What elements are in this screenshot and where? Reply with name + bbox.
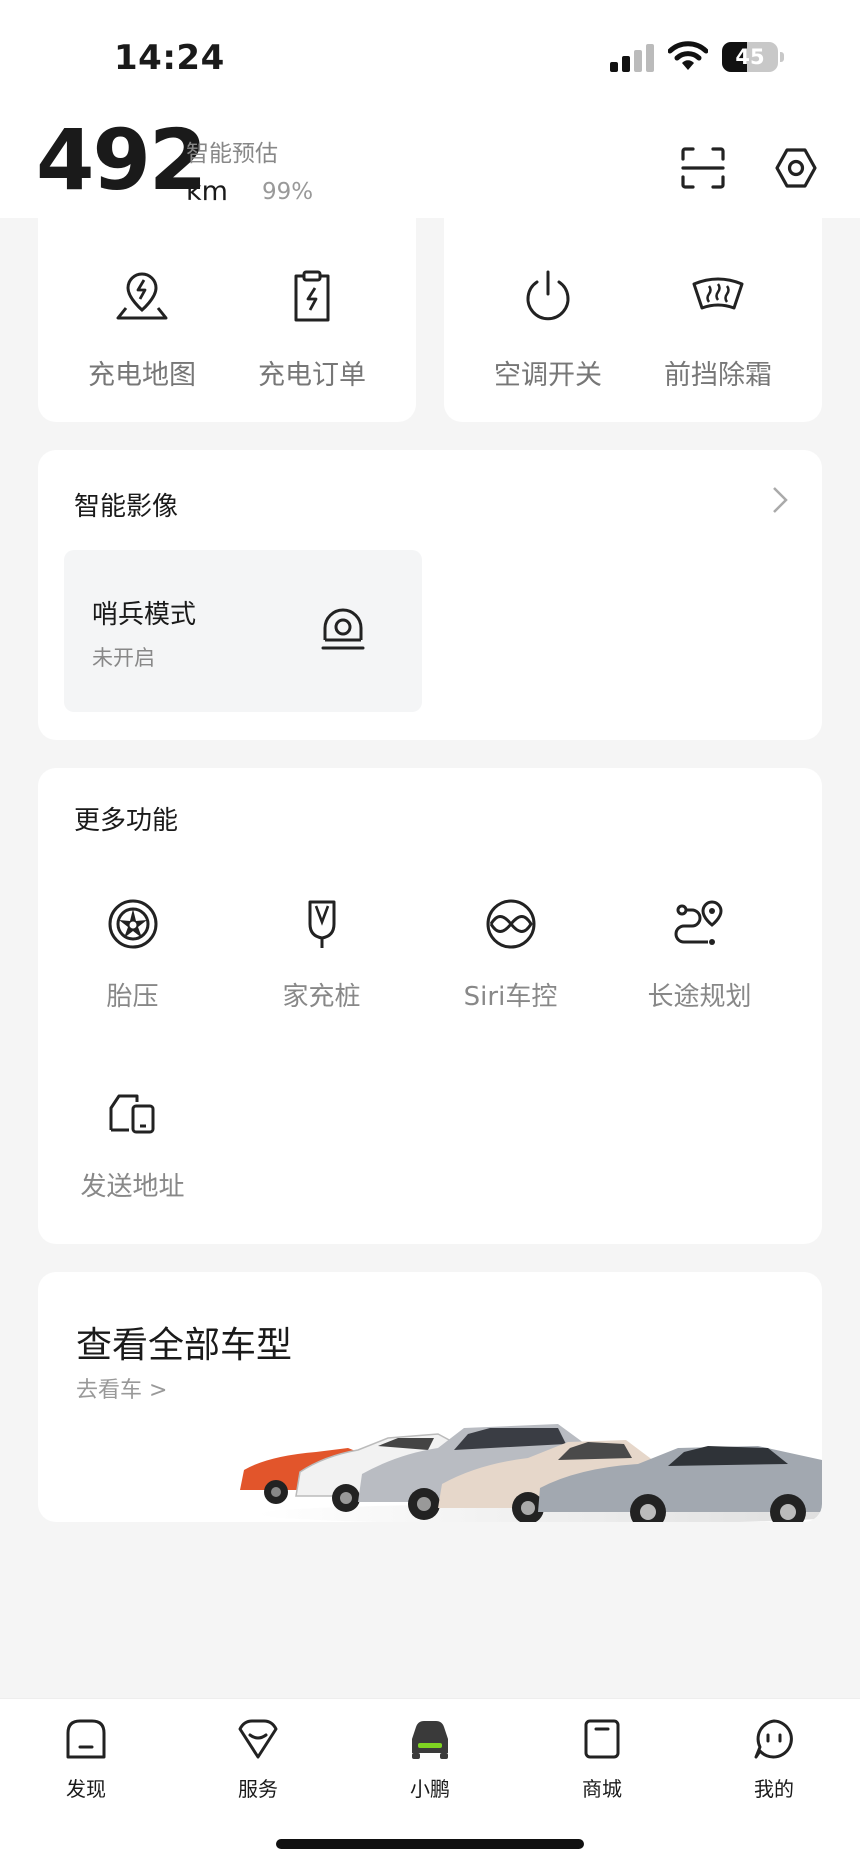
- tab-discover-label: 发现: [66, 1777, 106, 1801]
- home-charger-label: 家充桩: [282, 982, 361, 1012]
- home-indicator: [276, 1839, 584, 1849]
- sentry-mode-title: 哨兵模式: [92, 600, 197, 630]
- sentry-mode-status: 未开启: [92, 646, 155, 670]
- sentry-camera-icon: [321, 608, 365, 650]
- service-icon: [238, 1719, 278, 1759]
- tire-pressure-icon: [108, 899, 158, 949]
- route-planning-label: 长途规划: [647, 982, 752, 1012]
- tab-profile-label: 我的: [754, 1777, 794, 1801]
- siri-control-button[interactable]: Siri车控: [416, 898, 605, 1038]
- tab-xpeng-label: 小鹏: [410, 1777, 450, 1801]
- battery-level: 45: [735, 45, 765, 69]
- tire-pressure-button[interactable]: 胎压: [38, 898, 227, 1038]
- tab-shop-label: 商城: [582, 1777, 622, 1801]
- range-value: 492: [36, 111, 207, 209]
- ac-switch-label: 空调开关: [494, 360, 602, 391]
- front-defrost-label: 前挡除霜: [664, 360, 772, 391]
- charging-order-label: 充电订单: [258, 360, 366, 391]
- charging-map-icon: [116, 272, 168, 320]
- route-planning-icon: [674, 900, 723, 945]
- tab-xpeng[interactable]: 小鹏: [380, 1717, 480, 1807]
- top-header: 14:24 45 492 智能预估 km 99%: [0, 0, 860, 218]
- shop-icon: [584, 1719, 620, 1759]
- wifi-icon: [668, 41, 708, 70]
- siri-control-label: Siri车控: [463, 982, 558, 1012]
- profile-icon: [754, 1719, 793, 1759]
- send-address-icon: [109, 1094, 155, 1134]
- tab-shop[interactable]: 商城: [552, 1717, 652, 1807]
- settings-icon[interactable]: [774, 146, 818, 190]
- smart-imaging-title: 智能影像: [74, 492, 179, 522]
- battery-percent: 99%: [262, 179, 314, 205]
- tab-service[interactable]: 服务: [208, 1717, 308, 1807]
- discover-icon: [66, 1719, 106, 1759]
- siri-icon: [486, 899, 536, 949]
- tab-profile[interactable]: 我的: [724, 1717, 824, 1807]
- all-models-title: 查看全部车型: [76, 1325, 293, 1366]
- view-cars-link[interactable]: 去看车 >: [76, 1372, 167, 1404]
- all-models-card[interactable]: 查看全部车型 去看车 >: [38, 1272, 822, 1522]
- send-address-button[interactable]: 发送地址: [38, 1088, 227, 1228]
- send-address-label: 发送地址: [80, 1172, 185, 1202]
- power-icon: [526, 270, 570, 321]
- defrost-icon: [692, 277, 744, 310]
- scan-icon[interactable]: [680, 146, 726, 190]
- battery-indicator: 45: [722, 42, 784, 72]
- home-charger-icon: [308, 900, 336, 948]
- chevron-right-icon[interactable]: [770, 484, 790, 516]
- home-charger-button[interactable]: 家充桩: [227, 898, 416, 1038]
- tire-pressure-label: 胎压: [106, 982, 159, 1012]
- status-time: 14:24: [114, 38, 225, 78]
- range-unit: km: [186, 176, 228, 207]
- sentry-mode-tile[interactable]: 哨兵模式 未开启: [64, 550, 422, 712]
- car-icon: [412, 1721, 448, 1759]
- route-planning-button[interactable]: 长途规划: [605, 898, 794, 1038]
- car-lineup-image: [240, 1424, 822, 1522]
- charging-map-label: 充电地图: [88, 360, 196, 391]
- range-label: 智能预估: [186, 141, 278, 167]
- tab-service-label: 服务: [238, 1777, 278, 1801]
- tab-discover[interactable]: 发现: [36, 1717, 136, 1807]
- cellular-signal-icon: [610, 44, 654, 72]
- more-features-title: 更多功能: [74, 806, 179, 836]
- charging-order-icon: [294, 270, 330, 322]
- smart-imaging-card: 智能影像 哨兵模式 未开启: [38, 450, 822, 740]
- more-features-card: 更多功能 胎压 家充桩 Siri车控 长途规划 发送地址: [38, 768, 822, 1244]
